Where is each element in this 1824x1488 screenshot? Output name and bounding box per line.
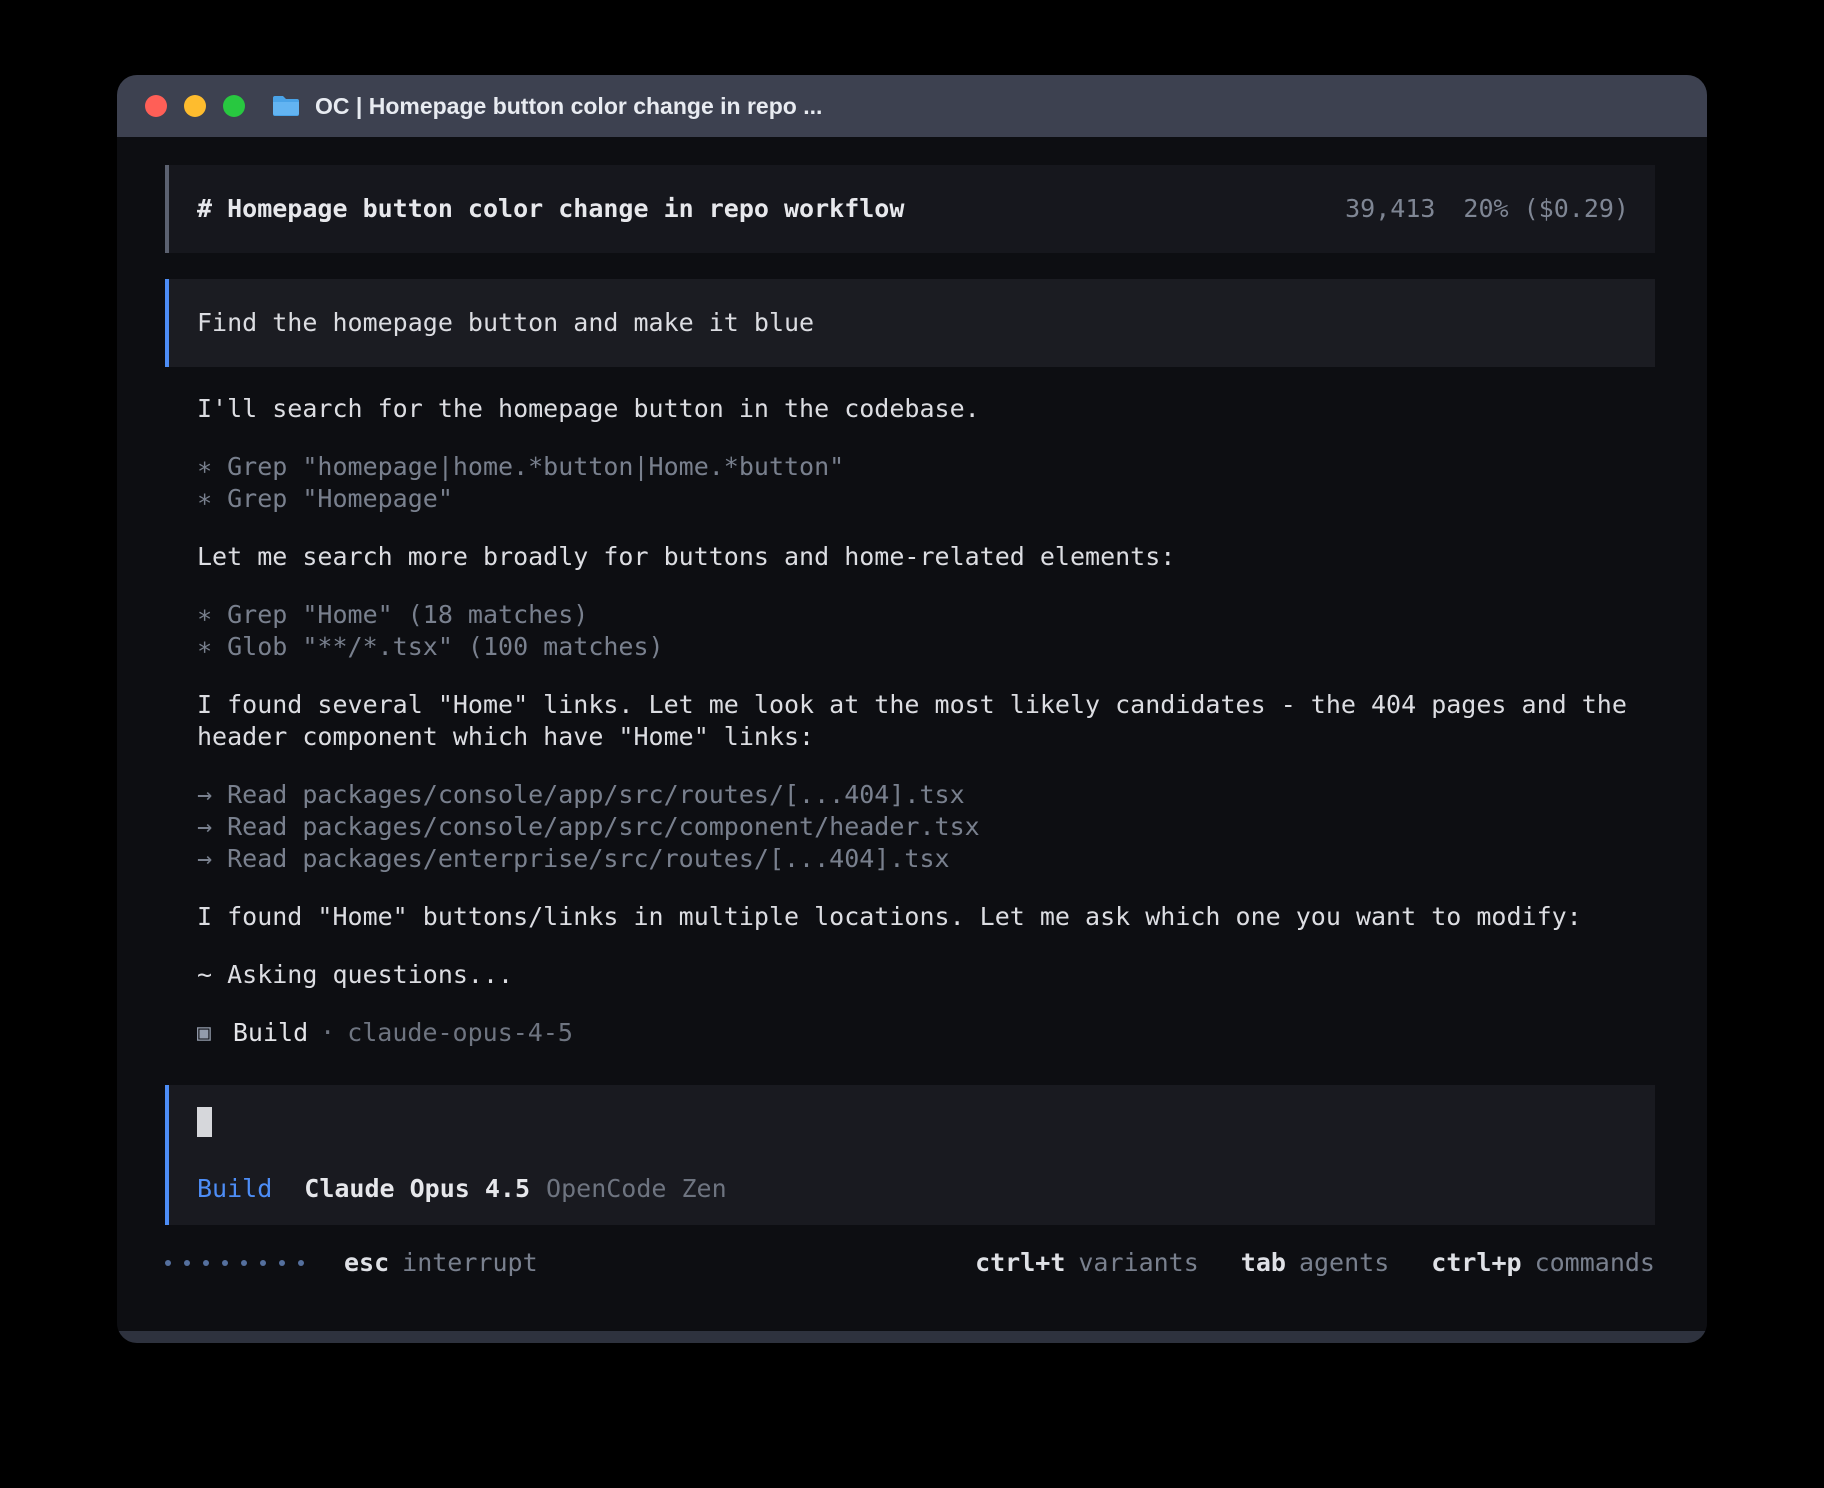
assistant-text: Let me search more broadly for buttons a… — [197, 541, 1655, 573]
assistant-text: I found several "Home" links. Let me loo… — [197, 689, 1655, 753]
text-cursor — [197, 1107, 212, 1137]
session-title: # Homepage button color change in repo w… — [197, 193, 904, 225]
shortcut-agents: tab agents — [1241, 1247, 1389, 1279]
close-button[interactable] — [145, 95, 167, 117]
separator-dot: · — [320, 1017, 335, 1049]
input-model-label[interactable]: Claude Opus 4.5 — [304, 1173, 530, 1205]
agent-square-icon: ▣ — [197, 1017, 211, 1049]
session-header: # Homepage button color change in repo w… — [165, 165, 1655, 253]
minimize-button[interactable] — [184, 95, 206, 117]
terminal-content: # Homepage button color change in repo w… — [117, 137, 1707, 1331]
tool-calls-search: ∗ Grep "homepage|home.*button|Home.*butt… — [197, 451, 1655, 515]
tool-call: → Read packages/console/app/src/componen… — [197, 811, 1655, 843]
assistant-text: I'll search for the homepage button in t… — [197, 393, 1655, 425]
terminal-window: OC | Homepage button color change in rep… — [117, 75, 1707, 1343]
zoom-button[interactable] — [223, 95, 245, 117]
agent-status-line: ▣ Build · claude-opus-4-5 — [197, 1017, 1655, 1049]
shortcut-interrupt: esc interrupt — [344, 1247, 538, 1279]
input-mode-label[interactable]: Build — [197, 1173, 272, 1205]
prompt-input[interactable]: Build Claude Opus 4.5 OpenCode Zen — [165, 1085, 1655, 1225]
agent-name: Build — [233, 1017, 308, 1049]
tool-call: ∗ Grep "Home" (18 matches) — [197, 599, 1655, 631]
tool-call: ∗ Glob "**/*.tsx" (100 matches) — [197, 631, 1655, 663]
tool-calls-read: → Read packages/console/app/src/routes/[… — [197, 779, 1655, 875]
context-cost: 20% ($0.29) — [1463, 193, 1629, 225]
tool-call: → Read packages/enterprise/src/routes/[.… — [197, 843, 1655, 875]
tool-call: ∗ Grep "homepage|home.*button|Home.*butt… — [197, 451, 1655, 483]
tool-calls-broader: ∗ Grep "Home" (18 matches) ∗ Glob "**/*.… — [197, 599, 1655, 663]
esc-key: esc — [344, 1247, 389, 1279]
session-stats: 39,413 20% ($0.29) — [1345, 193, 1629, 225]
traffic-lights — [145, 95, 245, 117]
user-message: Find the homepage button and make it blu… — [165, 279, 1655, 367]
tool-call: ∗ Grep "Homepage" — [197, 483, 1655, 515]
progress-dots — [165, 1260, 304, 1266]
input-provider-label: OpenCode Zen — [546, 1173, 727, 1205]
status-bar: esc interrupt ctrl+t variants tab agents… — [165, 1247, 1655, 1279]
asking-status: ~ Asking questions... — [197, 959, 1655, 991]
window-title: OC | Homepage button color change in rep… — [315, 93, 822, 120]
agent-model: claude-opus-4-5 — [347, 1017, 573, 1049]
titlebar[interactable]: OC | Homepage button color change in rep… — [117, 75, 1707, 137]
tool-call: → Read packages/console/app/src/routes/[… — [197, 779, 1655, 811]
user-message-text: Find the homepage button and make it blu… — [197, 308, 814, 337]
shortcut-variants: ctrl+t variants — [975, 1247, 1199, 1279]
shortcut-commands: ctrl+p commands — [1431, 1247, 1655, 1279]
input-meta: Build Claude Opus 4.5 OpenCode Zen — [197, 1173, 1629, 1205]
assistant-text: I found "Home" buttons/links in multiple… — [197, 901, 1655, 933]
token-count: 39,413 — [1345, 193, 1435, 225]
folder-icon — [271, 94, 301, 118]
